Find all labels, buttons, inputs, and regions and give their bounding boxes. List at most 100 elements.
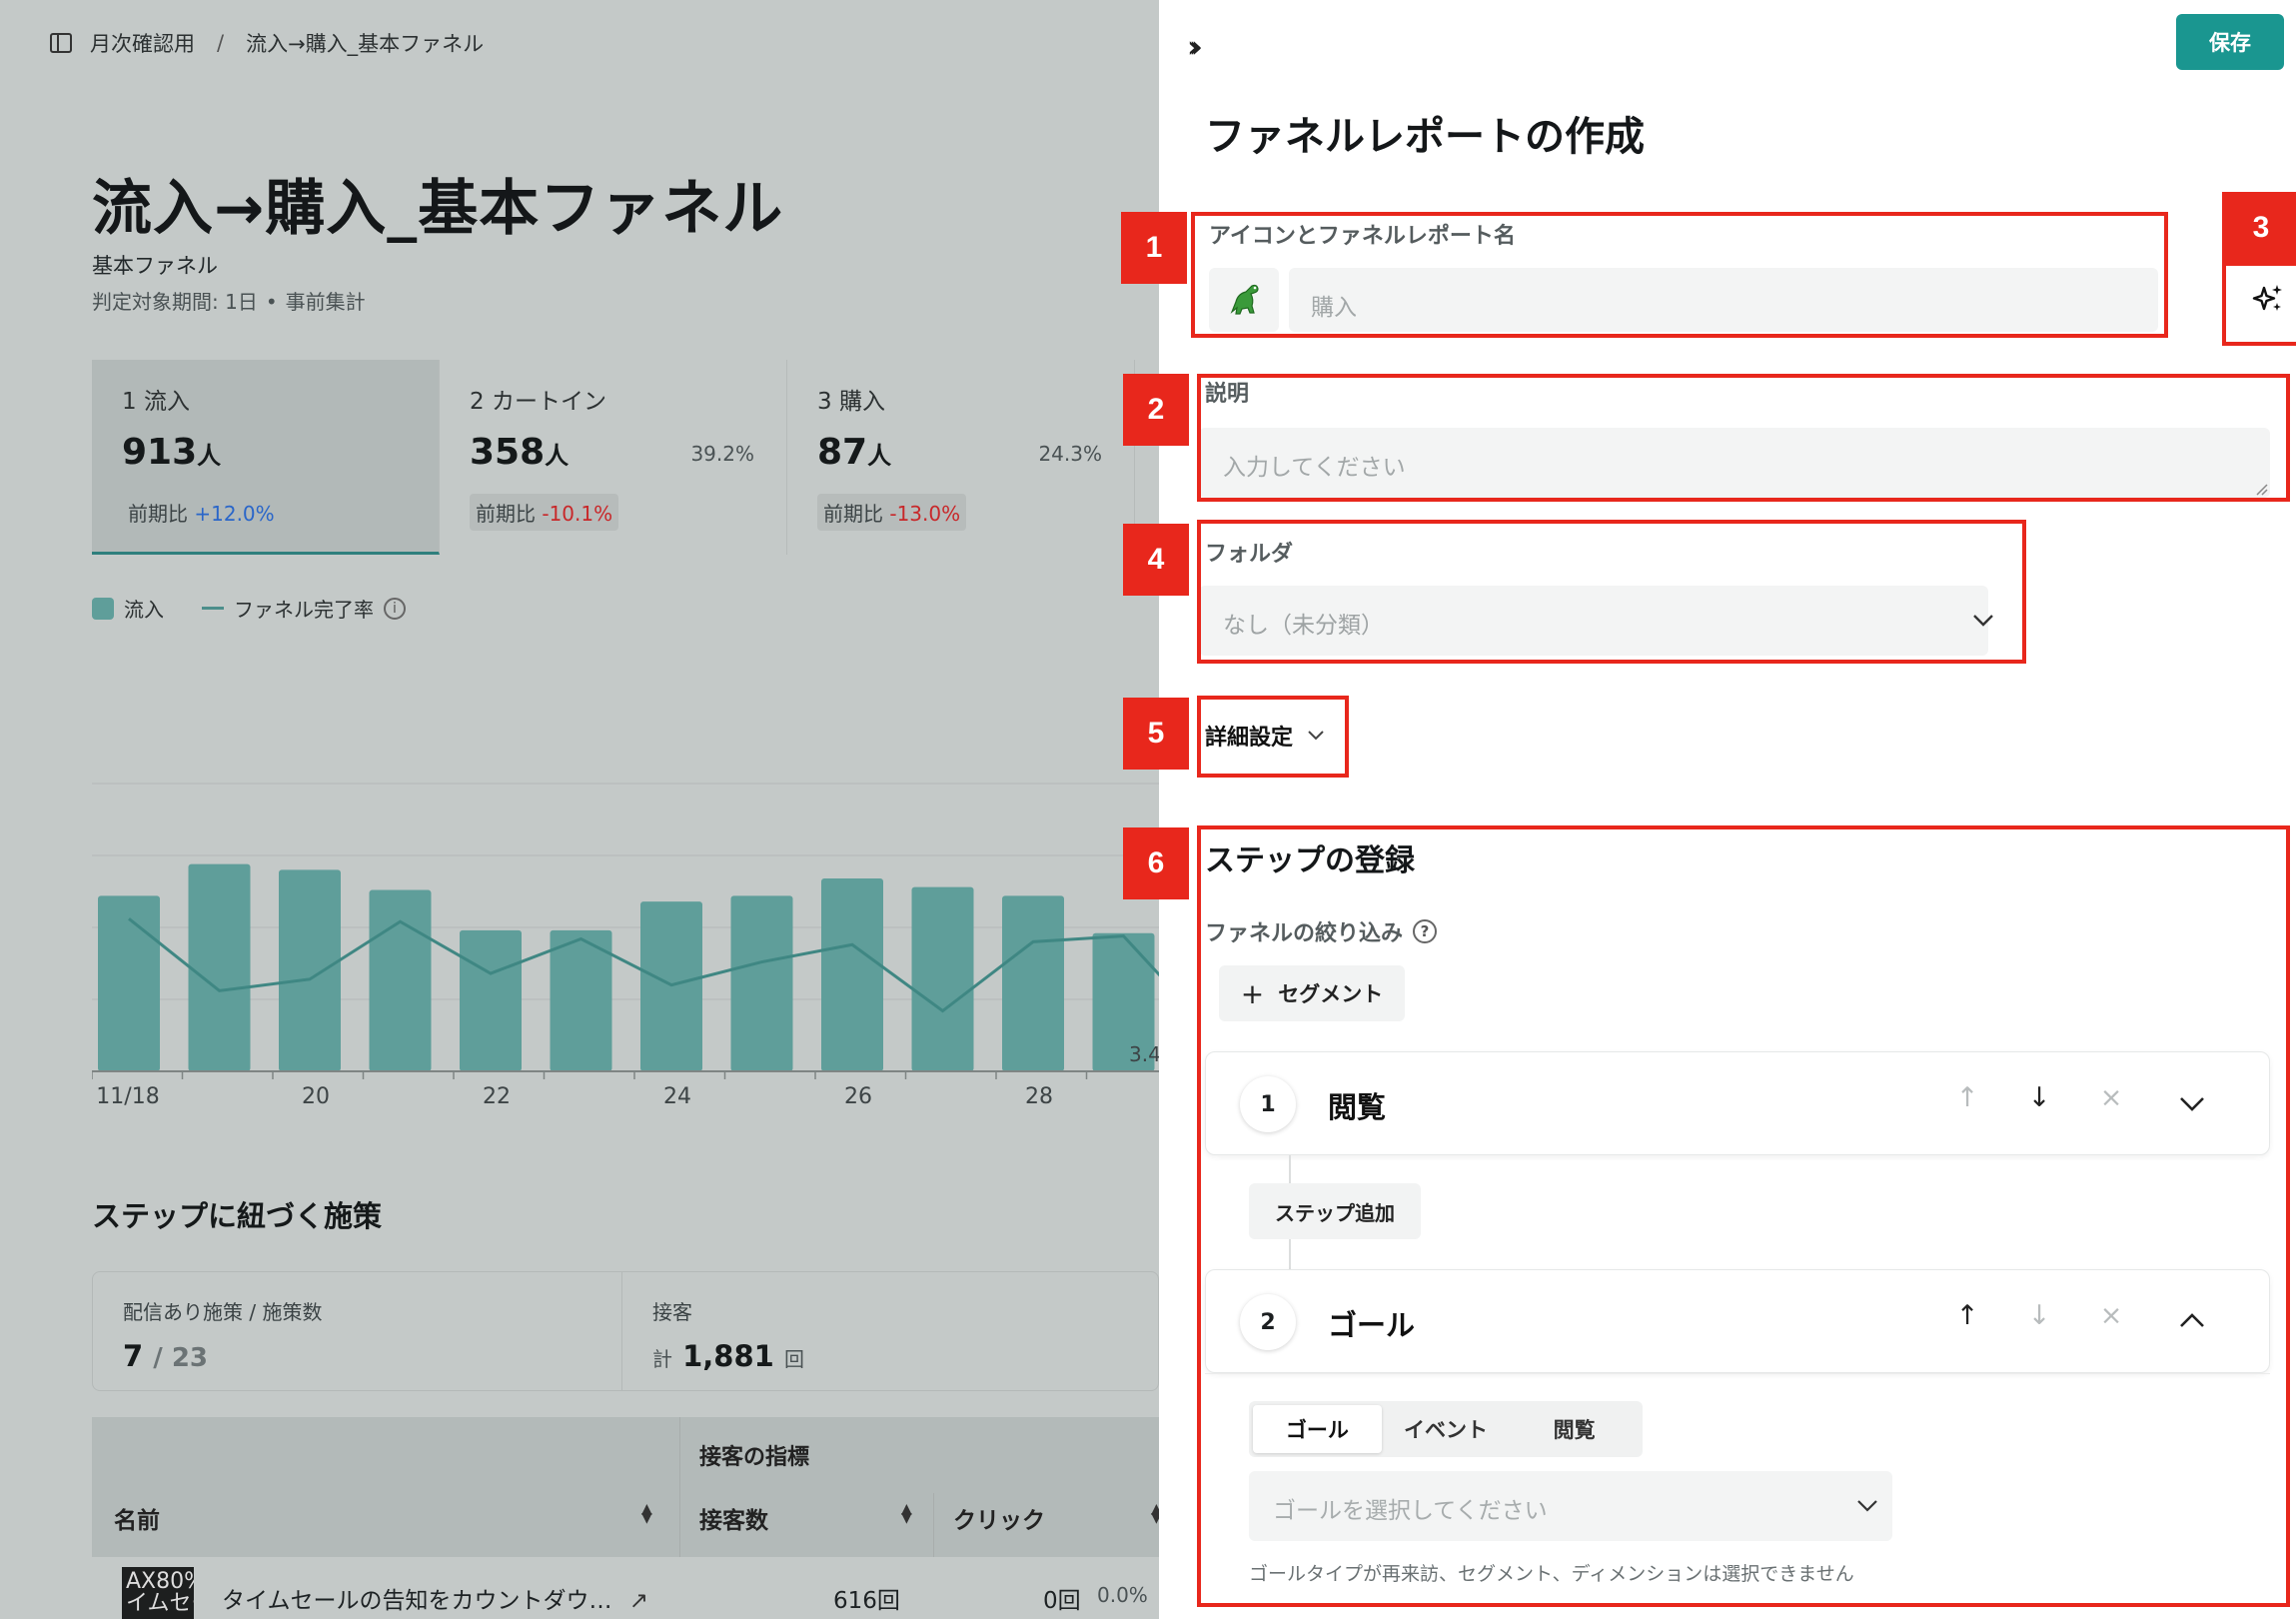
kpi-label: 1 流入 xyxy=(122,389,190,415)
column-header-click[interactable]: クリック xyxy=(953,1501,1045,1535)
annotation-box-2 xyxy=(1197,374,2290,502)
measures-summary: 配信あり施策 / 施策数 7 / 23 接客 計 1,881 回 xyxy=(92,1271,1159,1391)
annotation-badge-3: 3 xyxy=(2222,192,2296,264)
summary-total: / 23 xyxy=(153,1343,209,1373)
sidebar-toggle-icon[interactable] xyxy=(50,33,72,53)
report-aggregation: 事前集計 xyxy=(285,290,366,314)
measures-section-title: ステップに紐づく施策 xyxy=(92,1199,383,1233)
measure-name-text: タイムセールの告知をカウントダウ… xyxy=(222,1588,612,1614)
collapse-panel-icon[interactable]: ››› xyxy=(1187,30,1203,65)
breadcrumb-item-report: 流入→購入_基本ファネル xyxy=(246,32,485,56)
chart-tick-label: 11/18 xyxy=(96,1084,159,1109)
breadcrumb-item-folder[interactable]: 月次確認用 xyxy=(90,28,195,58)
kpi-conversion-rate: 39.2% xyxy=(690,442,754,466)
annotation-box-4 xyxy=(1197,520,2026,664)
summary-label: 接客 xyxy=(652,1300,692,1324)
chart-bar xyxy=(279,869,341,1071)
report-period: 判定対象期間: 1日 xyxy=(92,290,258,314)
kpi-unit: 人 xyxy=(545,442,570,470)
kpi-number: 913 xyxy=(122,432,198,473)
measure-click: 0回 xyxy=(1043,1588,1081,1614)
column-header-count[interactable]: 接客数 xyxy=(699,1501,768,1535)
breadcrumb-separator: / xyxy=(217,31,225,55)
annotation-box-1 xyxy=(1191,212,2168,338)
chart-tick-label: 22 xyxy=(483,1084,511,1109)
chart-bar xyxy=(188,863,251,1071)
table-header: 接客の指標 名前 ▲ ▼ 接客数 ▲ ▼ クリック ▲ ▼ xyxy=(92,1417,1159,1557)
chart-bar xyxy=(730,895,793,1071)
chart-bar xyxy=(911,886,974,1071)
annotation-box-5 xyxy=(1197,696,1349,778)
kpi-value: 358人 xyxy=(470,432,569,473)
chart-legend: 流入 ファネル完了率 i xyxy=(92,594,406,623)
legend-bar-label: 流入 xyxy=(124,598,164,622)
report-page-background: 月次確認用 / 流入→購入_基本ファネル 流入→購入_基本ファネル 基本ファネル… xyxy=(0,0,1159,1619)
summary-engagements: 接客 計 1,881 回 xyxy=(622,1272,1152,1390)
create-funnel-panel: ››› 保存 ファネルレポートの作成 アイコンとファネルレポート名 購入 説明 … xyxy=(1121,0,2296,1619)
compare-label: 前期比 xyxy=(128,502,188,526)
annotation-badge-6: 6 xyxy=(1123,827,1189,899)
kpi-step-3[interactable]: 3 購入 87人 24.3% 前期比 -13.0% xyxy=(787,360,1135,555)
kpi-label: 3 購入 xyxy=(817,389,885,415)
chart-tick-label: 20 xyxy=(302,1084,330,1109)
kpi-step-1[interactable]: 1 流入 913人 前期比 +12.0% xyxy=(92,360,440,555)
funnel-kpi-row: 1 流入 913人 前期比 +12.0% 2 カートイン 358人 39.2% … xyxy=(92,360,1159,555)
kpi-conversion-rate: 24.3% xyxy=(1038,442,1102,466)
annotation-badge-4: 4 xyxy=(1123,524,1189,596)
save-button[interactable]: 保存 xyxy=(2176,14,2284,70)
kpi-value: 913人 xyxy=(122,432,221,473)
chart-bar xyxy=(821,878,883,1071)
kpi-compare: 前期比 +12.0% xyxy=(122,494,281,531)
report-subtitle: 基本ファネル xyxy=(92,254,218,278)
kpi-compare: 前期比 -10.1% xyxy=(470,494,619,531)
annotation-badge-5: 5 xyxy=(1123,698,1189,770)
chart-bar xyxy=(98,895,160,1071)
info-icon[interactable]: i xyxy=(384,597,406,620)
chart-bar xyxy=(460,929,522,1071)
compare-value: +12.0% xyxy=(194,502,275,526)
kpi-step-2[interactable]: 2 カートイン 358人 39.2% 前期比 -10.1% xyxy=(440,360,787,555)
kpi-compare: 前期比 -13.0% xyxy=(817,494,967,531)
summary-number: 7 xyxy=(123,1339,144,1373)
compare-label: 前期比 xyxy=(823,502,883,526)
measure-name[interactable]: タイムセールの告知をカウントダウ… ↗ xyxy=(222,1581,648,1615)
measures-table: 接客の指標 名前 ▲▼ 接客数 ▲▼ クリック ▲▼ AX80% イムセール タ… xyxy=(92,1417,1159,1619)
chart-bar xyxy=(369,889,432,1071)
kpi-unit: 人 xyxy=(197,442,222,470)
sort-icon[interactable]: ▲ ▼ xyxy=(1151,1502,1159,1525)
summary-label: 配信あり施策 / 施策数 xyxy=(123,1300,323,1324)
sort-icon[interactable]: ▲ ▼ xyxy=(901,1502,912,1525)
annotation-badge-1: 1 xyxy=(1121,212,1187,284)
summary-number: 1,881 xyxy=(682,1339,774,1373)
kpi-number: 87 xyxy=(817,432,868,473)
breadcrumb: 月次確認用 / 流入→購入_基本ファネル xyxy=(50,28,484,58)
measure-click-rate: 0.0% xyxy=(1097,1583,1148,1607)
sort-icon[interactable]: ▲ ▼ xyxy=(641,1502,652,1525)
annotation-box-3 xyxy=(2222,262,2296,346)
meta-dot: • xyxy=(265,290,278,314)
chart-tick-label: 28 xyxy=(1025,1084,1053,1109)
summary-measures: 配信あり施策 / 施策数 7 / 23 xyxy=(93,1272,622,1390)
legend-line-swatch xyxy=(202,607,224,610)
report-meta: 判定対象期間: 1日 • 事前集計 xyxy=(92,286,366,315)
annotation-badge-2: 2 xyxy=(1123,374,1189,446)
measure-thumbnail: AX80% イムセール xyxy=(122,1567,194,1619)
legend-bar-swatch xyxy=(92,597,114,620)
summary-value: 計 1,881 回 xyxy=(652,1339,1122,1373)
measure-count: 616回 xyxy=(833,1588,900,1614)
kpi-label: 2 カートイン xyxy=(470,389,606,415)
kpi-unit: 人 xyxy=(867,442,892,470)
summary-unit: 回 xyxy=(783,1347,804,1371)
compare-label: 前期比 xyxy=(476,502,536,526)
compare-value: -10.1% xyxy=(542,502,613,526)
chart-bar xyxy=(1002,895,1064,1071)
page-title: 流入→購入_基本ファネル xyxy=(92,174,784,244)
table-row[interactable]: AX80% イムセール タイムセールの告知をカウントダウ… ↗ 616回 0回 … xyxy=(92,1557,1159,1619)
compare-value: -13.0% xyxy=(889,502,961,526)
external-link-icon[interactable]: ↗ xyxy=(629,1588,648,1614)
chart-tick-label: 26 xyxy=(844,1084,872,1109)
summary-value: 7 / 23 xyxy=(123,1339,591,1373)
column-header-name[interactable]: 名前 xyxy=(114,1501,160,1535)
kpi-number: 358 xyxy=(470,432,546,473)
panel-title: ファネルレポートの作成 xyxy=(1205,114,1645,160)
